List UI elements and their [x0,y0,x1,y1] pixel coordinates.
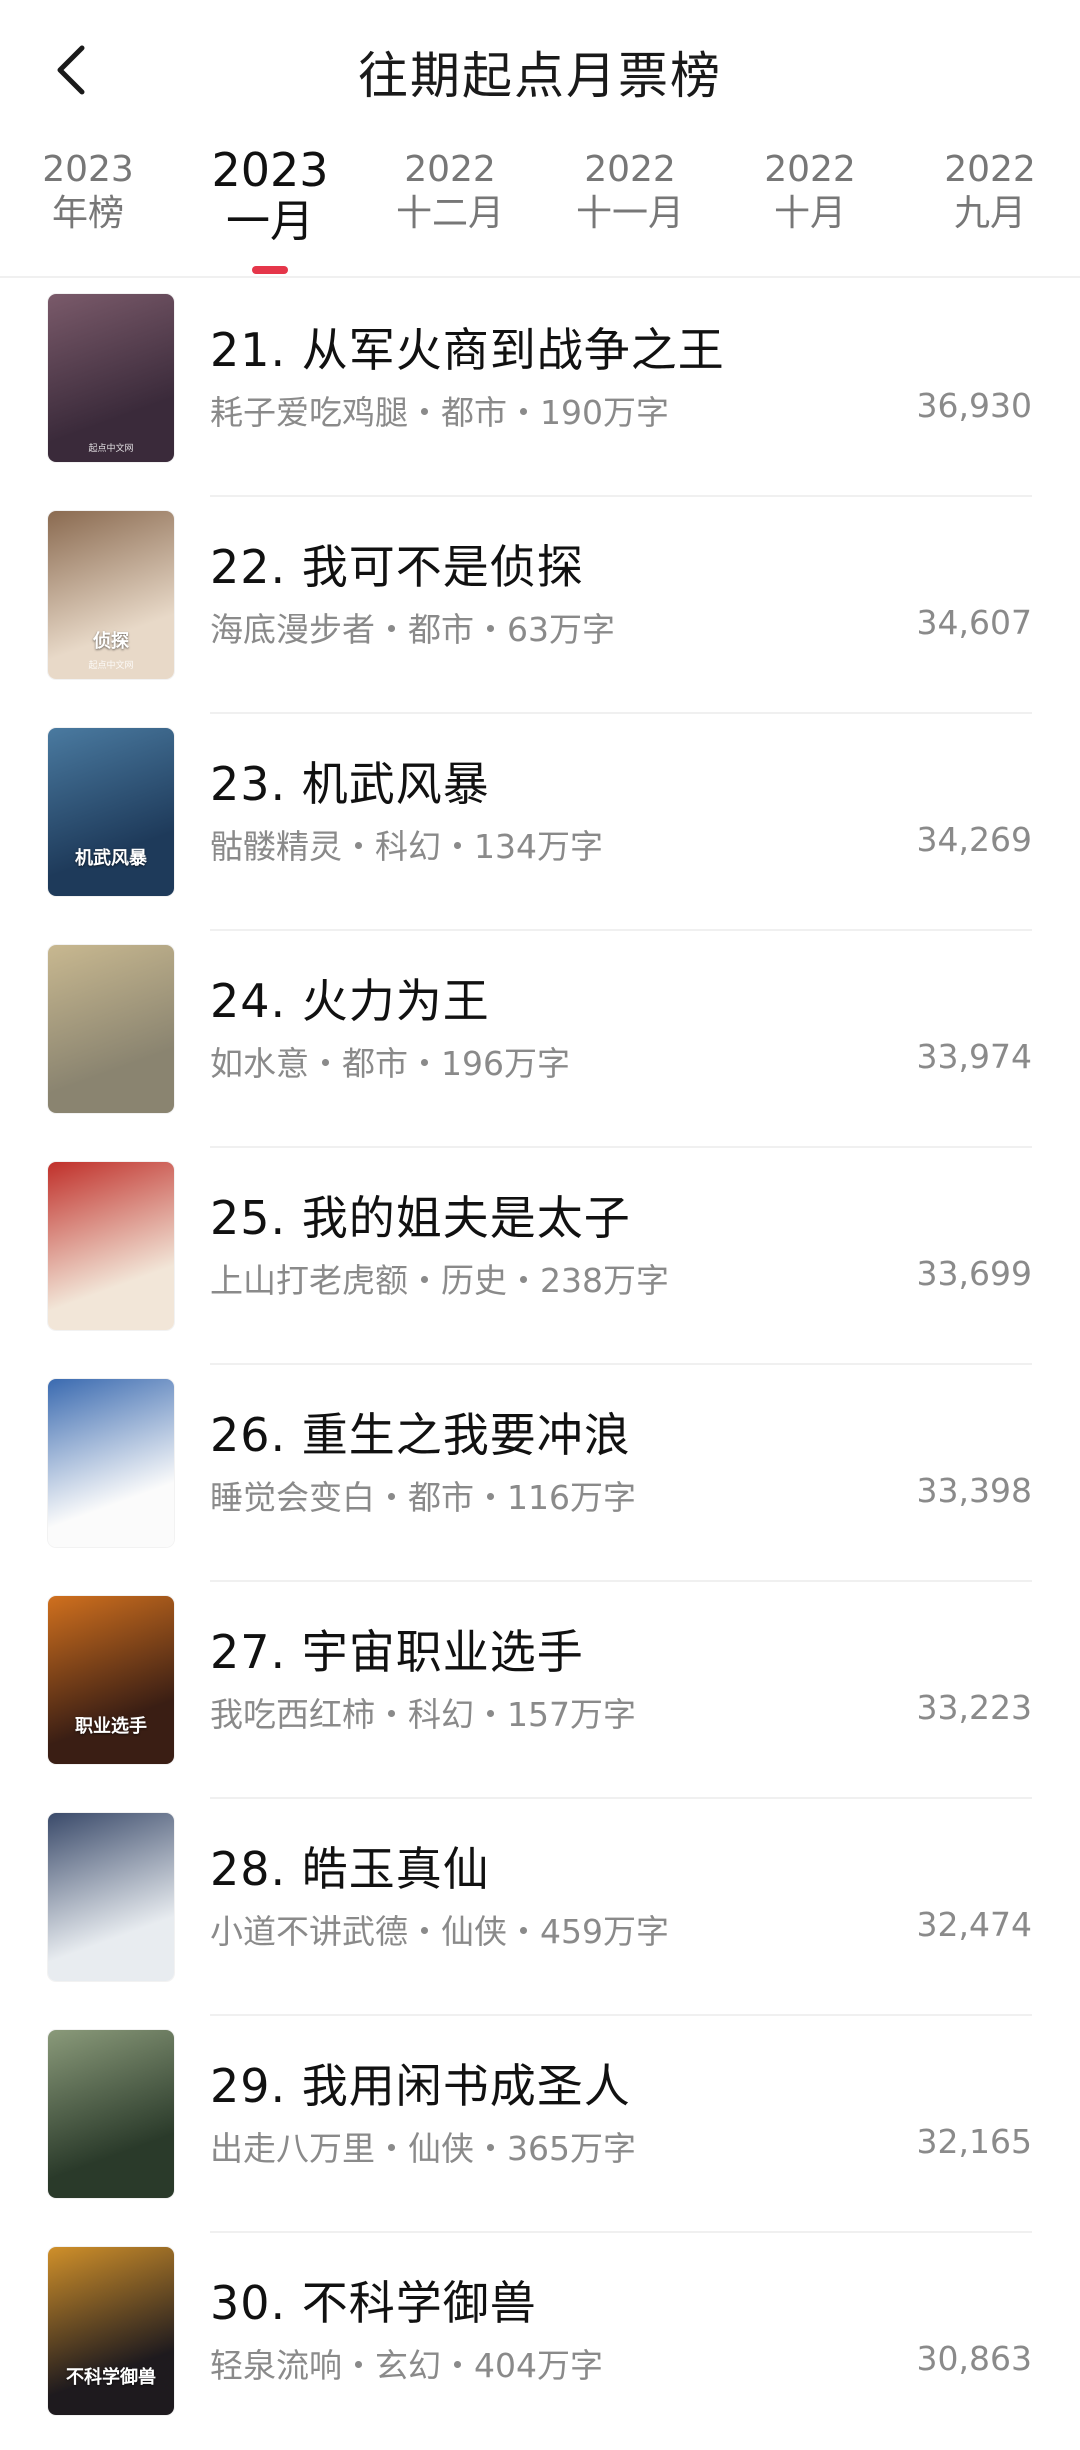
tab-2022-4[interactable]: 2022 十月 [725,148,895,236]
book-meta: 如水意・都市・196万字 [210,1044,570,1083]
tab-month-label: 一月 [226,196,314,247]
book-cover-image [48,2030,174,2198]
active-tab-indicator [252,266,288,274]
monthly-votes-count: 36,930 [916,386,1032,425]
list-item[interactable]: 起点中文网 21. 从军火商到战争之王耗子爱吃鸡腿・都市・190万字 36,930 [0,280,1080,497]
book-title: 25. 我的姐夫是太子 [210,1191,631,1245]
cover-publisher-text: 起点中文网 [88,661,134,671]
cover-title-text: 不科学御兽 [66,2367,156,2388]
tab-month-label: 九月 [953,193,1026,234]
book-title: 30. 不科学御兽 [210,2276,537,2330]
list-item[interactable]: 25. 我的姐夫是太子上山打老虎额・历史・238万字 33,699 [0,1148,1080,1365]
book-meta: 海底漫步者・都市・63万字 [210,610,615,649]
book-title: 21. 从军火商到战争之王 [210,323,725,377]
tab-month-label: 十二月 [395,193,504,234]
monthly-votes-count: 33,398 [916,1471,1032,1510]
monthly-votes-count: 33,699 [916,1254,1032,1293]
tab-month-label: 年榜 [51,193,124,234]
book-title: 26. 重生之我要冲浪 [210,1408,631,1462]
book-title: 28. 皓玉真仙 [210,1842,490,1896]
top-bar: 往期起点月票榜 [0,0,1080,140]
book-meta: 我吃西红柿・科幻・157万字 [210,1695,636,1734]
tab-2022-3[interactable]: 2022 十一月 [545,148,715,236]
book-ranking-list: 起点中文网 21. 从军火商到战争之王耗子爱吃鸡腿・都市・190万字 36,930 侦… [0,280,1080,2450]
book-cover-image [48,1379,174,1547]
monthly-votes-count: 34,607 [916,603,1032,642]
list-item[interactable]: 机武风暴 23. 机武风暴骷髅精灵・科幻・134万字 34,269 [0,714,1080,931]
book-title: 27. 宇宙职业选手 [210,1625,584,1679]
book-meta: 耗子爱吃鸡腿・都市・190万字 [210,393,669,432]
list-item[interactable]: 24. 火力为王如水意・都市・196万字 33,974 [0,931,1080,1148]
book-title: 23. 机武风暴 [210,757,490,811]
tab-year-label: 2022 [404,149,496,190]
list-item[interactable]: 28. 皓玉真仙小道不讲武德・仙侠・459万字 32,474 [0,1799,1080,2016]
tab-year-label: 2023 [42,149,134,190]
tab-month-label: 十一月 [575,193,684,234]
tab-2022-2[interactable]: 2022 十二月 [365,148,535,236]
monthly-votes-count: 33,223 [916,1688,1032,1727]
monthly-votes-count: 34,269 [916,820,1032,859]
book-title: 22. 我可不是侦探 [210,540,584,594]
book-meta: 骷髅精灵・科幻・134万字 [210,827,603,866]
monthly-votes-count: 30,863 [916,2339,1032,2378]
book-meta: 睡觉会变白・都市・116万字 [210,1478,636,1517]
book-cover-image [48,945,174,1113]
book-cover-image [48,1162,174,1330]
list-item[interactable]: 29. 我用闲书成圣人出走八万里・仙侠・365万字 32,165 [0,2016,1080,2233]
cover-publisher-text: 起点中文网 [88,444,134,454]
book-cover-image: 不科学御兽 [48,2247,174,2415]
tab-year-label: 2022 [764,149,856,190]
tab-year-label: 2023 [211,148,329,197]
book-title: 24. 火力为王 [210,974,490,1028]
cover-title-text: 职业选手 [75,1716,147,1737]
list-item[interactable]: 不科学御兽 30. 不科学御兽轻泉流响・玄幻・404万字 30,863 [0,2233,1080,2450]
book-cover-image: 职业选手 [48,1596,174,1764]
tab-2023-1[interactable]: 2023 一月 [185,148,355,274]
cover-title-text: 机武风暴 [75,848,147,869]
page-title: 往期起点月票榜 [358,47,722,105]
tab-2022-5[interactable]: 2022 九月 [905,148,1075,236]
book-meta: 上山打老虎额・历史・238万字 [210,1261,669,1300]
book-cover-image: 侦探 起点中文网 [48,511,174,679]
book-cover-image: 起点中文网 [48,294,174,462]
tab-year-label: 2022 [584,149,676,190]
monthly-votes-count: 32,474 [916,1905,1032,1944]
header-divider [0,276,1080,278]
cover-title-text: 侦探 [93,631,129,652]
monthly-votes-count: 32,165 [916,2122,1032,2161]
list-item[interactable]: 侦探起点中文网 22. 我可不是侦探海底漫步者・都市・63万字 34,607 [0,497,1080,714]
book-cover-image: 机武风暴 [48,728,174,896]
month-tabs: 2023 年榜 2023 一月 2022 十二月 2022 十一月 2022 十月 2022 九月 [0,148,1080,276]
book-cover-image [48,1813,174,1981]
tab-year-label: 2022 [944,149,1036,190]
book-title: 29. 我用闲书成圣人 [210,2059,631,2113]
list-item[interactable]: 职业选手 27. 宇宙职业选手我吃西红柿・科幻・157万字 33,223 [0,1582,1080,1799]
tab-2023-0[interactable]: 2023 年榜 [3,148,173,236]
tab-month-label: 十月 [773,193,846,234]
list-item[interactable]: 26. 重生之我要冲浪睡觉会变白・都市・116万字 33,398 [0,1365,1080,1582]
book-meta: 轻泉流响・玄幻・404万字 [210,2346,603,2385]
book-meta: 小道不讲武德・仙侠・459万字 [210,1912,669,1951]
book-meta: 出走八万里・仙侠・365万字 [210,2129,636,2168]
monthly-votes-count: 33,974 [916,1037,1032,1076]
